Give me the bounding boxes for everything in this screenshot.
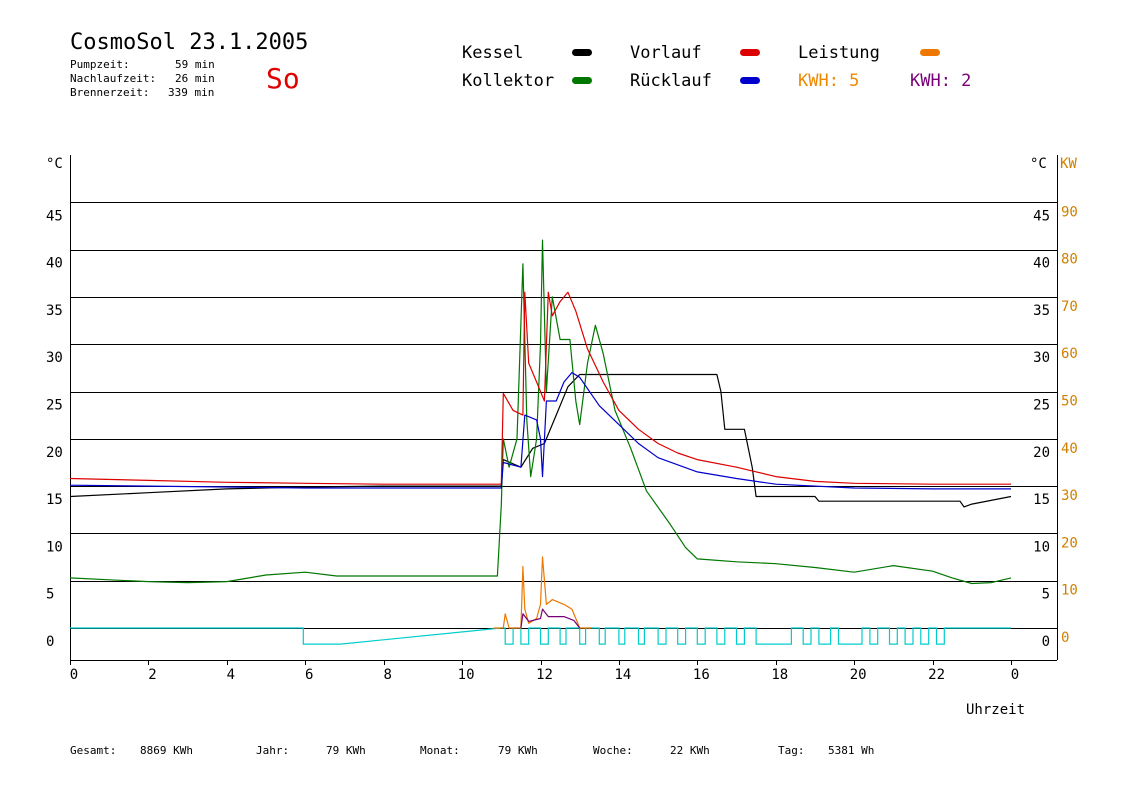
x-axis-label: Uhrzeit [966,702,1025,718]
y-tick-left-45: 45 [46,208,63,224]
y-tick-right-45: 45 [1033,208,1050,224]
x-tick-7: 14 [614,667,631,683]
series-pumpe [70,627,1011,645]
x-tick-9: 18 [771,667,788,683]
footer-gesamt-value: 8869 KWh [140,744,193,757]
y-tick-right-20: 20 [1033,445,1050,461]
y-tick-power-10: 20 [1061,535,1078,551]
footer-woche-value: 22 KWh [670,744,710,757]
y-tick-left-0: 0 [46,634,54,650]
y-tick-left-40: 40 [46,256,63,272]
x-tick-0: 0 [70,667,78,683]
y-tick-left-25: 25 [46,398,63,414]
y-tick-right-0: 0 [1042,634,1050,650]
footer-jahr-value: 79 KWh [326,744,366,757]
y-tick-right-15: 15 [1033,492,1050,508]
y-tick-left-5: 5 [46,587,54,603]
x-tick-10: 20 [850,667,867,683]
y-tick-left-35: 35 [46,303,63,319]
x-tick-2: 4 [227,667,235,683]
y-tick-left-30: 30 [46,350,63,366]
y-axis-unit-power: KW [1060,156,1077,172]
y-tick-power-15: 30 [1061,488,1078,504]
footer-woche-label: Woche: [593,744,633,757]
chart-series [69,239,1012,645]
x-tick-6: 12 [536,667,553,683]
series-leistung [493,556,592,629]
chart-grid [70,202,1057,629]
x-tick-12: 0 [1011,667,1019,683]
x-tick-11: 22 [928,667,945,683]
y-tick-right-30: 30 [1033,350,1050,366]
y-tick-power-45: 90 [1061,204,1078,220]
y-tick-left-15: 15 [46,492,63,508]
x-tick-8: 16 [693,667,710,683]
footer-monat-value: 79 KWh [498,744,538,757]
x-tick-1: 2 [148,667,156,683]
chart-ticks: 0 0 05 5 1010 10 2015 15 3020 20 4025 25 5030 30 6035 3… [46,204,1078,683]
y-tick-power-40: 80 [1061,252,1078,268]
footer-gesamt-label: Gesamt: [70,744,117,757]
y-tick-power-30: 60 [1061,346,1078,362]
series-kwh [520,608,581,629]
y-tick-right-40: 40 [1033,256,1050,272]
y-tick-right-5: 5 [1042,587,1050,603]
y-tick-power-20: 40 [1061,441,1078,457]
x-tick-4: 8 [383,667,391,683]
x-tick-3: 6 [305,667,313,683]
y-axis-unit-left: °C [46,156,63,172]
series-kollektor [69,239,1012,585]
y-tick-power-35: 70 [1061,299,1078,315]
y-tick-power-25: 50 [1061,394,1078,410]
y-tick-left-10: 10 [46,539,63,555]
y-tick-power-0: 0 [1061,630,1069,646]
footer-jahr-label: Jahr: [256,744,290,757]
temperature-chart: 0 0 05 5 1010 10 2015 15 3020 20 4025 25 5030 30 6035 3… [46,155,1078,718]
y-tick-power-5: 10 [1061,583,1078,599]
y-tick-right-35: 35 [1033,303,1050,319]
y-axis-unit-right: °C [1030,156,1047,172]
x-tick-5: 10 [458,667,475,683]
y-tick-right-25: 25 [1033,398,1050,414]
chart-axes [70,155,1058,665]
y-tick-left-20: 20 [46,445,63,461]
footer-tag-value: 5381 Wh [828,744,875,757]
footer-tag-label: Tag: [778,744,805,757]
y-tick-right-10: 10 [1033,539,1050,555]
footer-monat-label: Monat: [420,744,460,757]
